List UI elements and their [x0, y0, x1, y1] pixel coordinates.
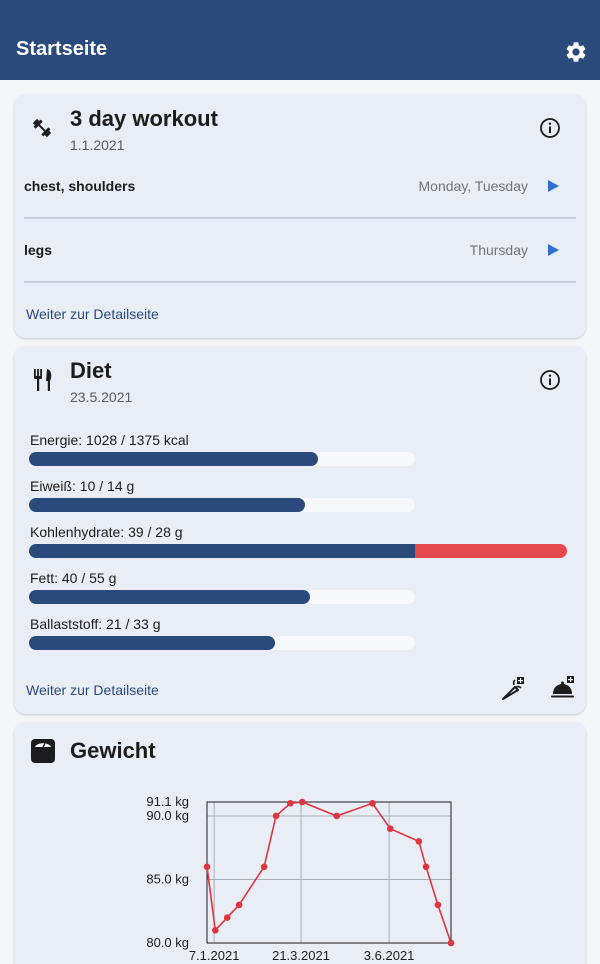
workout-detail-link[interactable]: Weiter zur Detailseite — [26, 306, 159, 322]
chart-x-tick-label: 7.1.2021 — [189, 948, 240, 963]
chart-data-point — [298, 798, 306, 806]
cloche-add-icon[interactable] — [550, 676, 576, 702]
carrot-add-icon[interactable] — [500, 676, 526, 702]
chart-data-point — [447, 939, 455, 947]
info-icon[interactable] — [538, 116, 562, 140]
nutrient-progress-fill — [29, 544, 415, 558]
chart-data-point — [235, 901, 243, 909]
chart-y-tick-label: 85.0 kg — [146, 871, 189, 886]
nutrient-over-target-fill — [415, 544, 567, 558]
nutrient-progress-bar — [29, 544, 567, 558]
info-icon[interactable] — [538, 368, 562, 392]
chart-data-point — [260, 863, 268, 871]
workout-row[interactable]: chest, shoulders Monday, Tuesday — [14, 166, 586, 206]
page-title: Startseite — [16, 38, 108, 60]
divider — [24, 281, 576, 283]
workout-row-days: Monday, Tuesday — [418, 178, 528, 194]
nutrient-label: Energie: 1028 / 1375 kcal — [30, 432, 189, 448]
nutrient-label: Eiweiß: 10 / 14 g — [30, 478, 135, 494]
workout-title: 3 day workout — [70, 106, 218, 131]
workout-row[interactable]: legs Thursday — [14, 230, 586, 270]
chart-data-point — [386, 825, 394, 832]
workout-date: 1.1.2021 — [70, 137, 125, 153]
weight-chart: 91.1 kg90.0 kg 85.0 kg 80.0 kg7.1.2021 21.3… — [146, 794, 455, 963]
nutrient-progress-fill — [29, 498, 305, 512]
chart-data-point — [369, 799, 376, 807]
diet-date: 23.5.2021 — [70, 389, 133, 405]
fork-knife-icon — [32, 368, 56, 392]
weight-card: Gewicht 91.1 kg 90.0 kg 85.0 kg 80.0 kg 7.1.… — [14, 722, 586, 964]
chart-data-point — [212, 926, 219, 934]
nutrient-progress-bar — [29, 452, 415, 466]
play-icon[interactable] — [544, 241, 562, 259]
chart-y-tick-label: 91.1 kg — [146, 794, 189, 809]
app-bar: Startseite — [0, 0, 600, 80]
nutrient-progress-fill — [29, 590, 310, 604]
gear-icon[interactable] — [564, 40, 588, 64]
nutrient-label: Fett: 40 / 55 g — [30, 570, 117, 586]
chart-data-point — [415, 838, 423, 845]
chart-data-point — [203, 863, 211, 871]
diet-detail-link[interactable]: Weiter zur Detailseite — [26, 682, 159, 698]
chart-data-point — [272, 812, 280, 820]
diet-title: Diet — [70, 358, 112, 383]
chart-data-point — [287, 799, 294, 807]
workout-row-name: chest, shoulders — [24, 178, 136, 194]
chart-data-point — [223, 914, 231, 921]
chart-data-point — [333, 812, 341, 820]
nutrient-label: Kohlenhydrate: 39 / 28 g — [30, 524, 183, 540]
nutrient-progress-bar — [29, 498, 415, 512]
chart-data-point — [434, 901, 442, 909]
play-icon[interactable] — [544, 177, 562, 195]
workout-row-days: Thursday — [469, 242, 528, 258]
chart-plot-area — [206, 801, 452, 944]
chart-x-tick-label: 3.6.2021 — [364, 948, 415, 963]
weight-series-line — [206, 801, 452, 944]
chart-y-tick-label: 80.0 kg — [146, 935, 189, 950]
dumbbell-icon — [30, 116, 54, 140]
workout-card: 3 day workout 1.1.2021 chest, shoulders … — [14, 94, 586, 338]
chart-x-tick-label: 21.3.2021 — [272, 948, 330, 963]
nutrient-progress-bar — [29, 590, 415, 604]
divider — [24, 217, 576, 219]
nutrient-progress-fill — [29, 636, 275, 650]
nutrient-progress-bar — [29, 636, 415, 650]
nutrient-label: Ballaststoff: 21 / 33 g — [30, 616, 161, 632]
chart-y-tick-label: 90.0 kg — [146, 808, 189, 823]
chart-data-point — [422, 863, 430, 871]
diet-card: Diet 23.5.2021 Energie: 1028 / 1375 kcal… — [14, 346, 586, 714]
nutrient-progress-fill — [29, 452, 318, 466]
workout-row-name: legs — [24, 242, 53, 258]
